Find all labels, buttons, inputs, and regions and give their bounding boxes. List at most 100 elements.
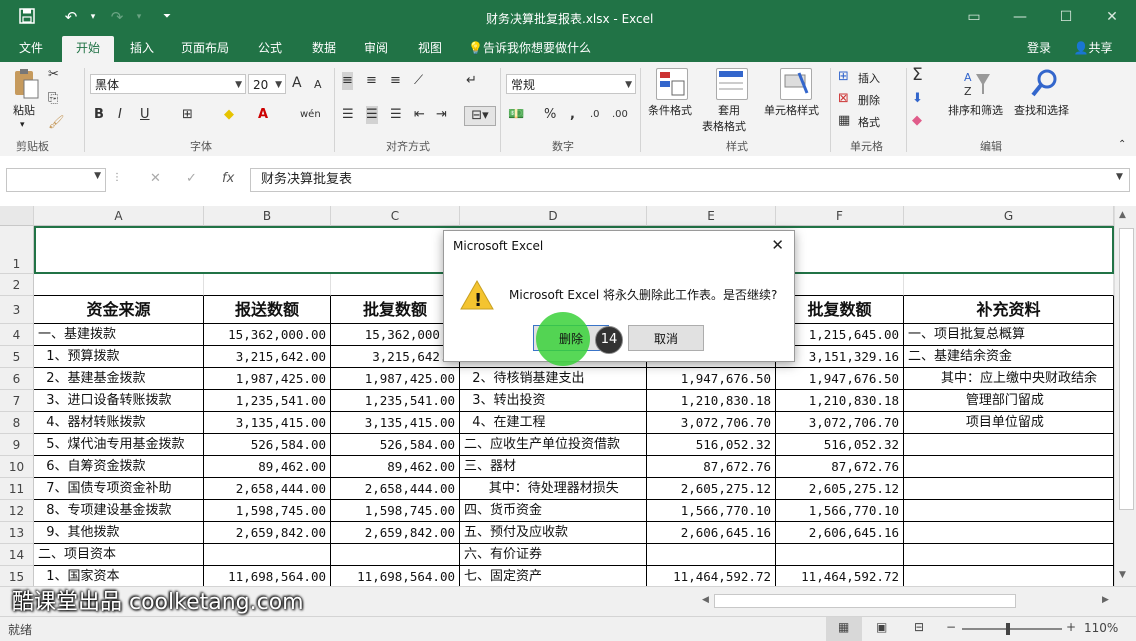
table-cell[interactable] <box>904 274 1114 296</box>
table-cell[interactable] <box>331 274 460 296</box>
table-cell[interactable]: 89,462.00 <box>331 456 460 478</box>
italic-button[interactable]: I <box>118 106 122 124</box>
format-cells-label[interactable]: 格式 <box>858 114 880 130</box>
format-as-table-icon[interactable] <box>716 68 748 100</box>
table-cell[interactable]: 2,605,275.12 <box>776 478 904 500</box>
save-icon[interactable] <box>18 8 36 26</box>
bold-button[interactable]: B <box>94 106 104 124</box>
underline-button[interactable]: U <box>140 106 150 124</box>
shrink-font-icon[interactable]: A <box>314 76 322 94</box>
row-header[interactable]: 10 <box>0 456 34 478</box>
table-cell[interactable]: 526,584.00 <box>204 434 331 456</box>
table-cell[interactable]: 三、器材 <box>460 456 647 478</box>
increase-decimal-icon[interactable]: .0 <box>590 106 600 124</box>
table-cell[interactable]: 2,606,645.16 <box>647 522 776 544</box>
table-cell[interactable]: 3、进口设备转账拨款 <box>34 390 204 412</box>
table-cell[interactable]: 批复数额 <box>331 296 460 324</box>
table-cell[interactable] <box>776 274 904 296</box>
table-cell[interactable] <box>776 544 904 566</box>
drag-handle-icon[interactable]: ⋮ <box>112 172 122 183</box>
wrap-text-icon[interactable]: ↵ <box>466 72 477 90</box>
table-cell[interactable]: 二、应收生产单位投资借款 <box>460 434 647 456</box>
table-cell[interactable]: 3,135,415.00 <box>204 412 331 434</box>
table-cell[interactable]: 4、器材转账拨款 <box>34 412 204 434</box>
table-cell[interactable]: 1,215,645.00 <box>776 324 904 346</box>
row-header[interactable]: 6 <box>0 368 34 390</box>
table-cell[interactable]: 15,362,000.0 <box>331 324 460 346</box>
table-cell[interactable]: 五、预付及应收款 <box>460 522 647 544</box>
sort-filter-icon[interactable]: AZ <box>962 68 992 98</box>
font-size-select[interactable]: 20 ▼ <box>248 74 286 94</box>
enter-entry-icon[interactable]: ✓ <box>186 171 197 186</box>
table-cell[interactable]: 526,584.00 <box>331 434 460 456</box>
table-cell[interactable]: 5、煤代油专用基金拨款 <box>34 434 204 456</box>
formula-input[interactable]: 财务决算批复表 <box>250 168 1130 192</box>
insert-function-icon[interactable]: fx <box>222 171 234 186</box>
table-cell[interactable]: 其中：待处理器材损失 <box>460 478 647 500</box>
table-cell[interactable]: 516,052.32 <box>776 434 904 456</box>
table-cell[interactable]: 1、预算拨款 <box>34 346 204 368</box>
table-cell[interactable]: 87,672.76 <box>647 456 776 478</box>
table-cell[interactable]: 1,235,541.00 <box>204 390 331 412</box>
row-header[interactable]: 1 <box>0 226 34 274</box>
find-select-label[interactable]: 查找和选择 <box>1014 102 1069 118</box>
table-cell[interactable]: 其中：应上缴中央财政结余 <box>904 368 1114 390</box>
table-cell[interactable]: 1,210,830.18 <box>776 390 904 412</box>
tab-file[interactable]: 文件 <box>8 36 54 62</box>
zoom-slider[interactable] <box>962 628 1062 630</box>
align-right-icon[interactable]: ☰ <box>390 106 402 124</box>
table-cell[interactable]: 2,658,444.00 <box>331 478 460 500</box>
font-color-icon[interactable]: A <box>258 106 268 124</box>
zoom-level[interactable]: 110% <box>1084 621 1118 635</box>
table-cell[interactable]: 9、其他拨款 <box>34 522 204 544</box>
paste-label[interactable]: 粘贴 <box>13 102 35 118</box>
table-cell[interactable]: 补充资料 <box>904 296 1114 324</box>
delete-cells-icon[interactable]: ⊠ <box>838 90 849 108</box>
font-name-select[interactable]: 黑体 ▼ <box>90 74 246 94</box>
table-cell[interactable]: 89,462.00 <box>204 456 331 478</box>
table-cell[interactable]: 一、基建拨款 <box>34 324 204 346</box>
vertical-scroll-thumb[interactable] <box>1119 228 1134 510</box>
page-layout-view-icon[interactable]: ▣ <box>876 620 887 634</box>
table-cell[interactable]: 3,215,642.0 <box>331 346 460 368</box>
scroll-down-icon[interactable]: ▼ <box>1119 570 1126 580</box>
table-cell[interactable] <box>904 522 1114 544</box>
table-cell[interactable]: 15,362,000.00 <box>204 324 331 346</box>
table-cell[interactable] <box>904 478 1114 500</box>
table-cell[interactable]: 2、待核销基建支出 <box>460 368 647 390</box>
cell-styles-label[interactable]: 单元格样式 <box>764 102 819 118</box>
zoom-slider-thumb[interactable] <box>1006 623 1010 635</box>
zoom-out-icon[interactable]: − <box>946 620 956 634</box>
table-cell[interactable]: 六、有价证券 <box>460 544 647 566</box>
cell-styles-icon[interactable] <box>780 68 812 100</box>
table-cell[interactable] <box>331 544 460 566</box>
conditional-formatting-icon[interactable] <box>656 68 688 100</box>
column-header-c[interactable]: C <box>331 206 460 226</box>
table-cell[interactable]: 1,598,745.00 <box>204 500 331 522</box>
table-cell[interactable]: 516,052.32 <box>647 434 776 456</box>
table-cell[interactable]: 3、转出投资 <box>460 390 647 412</box>
table-cell[interactable]: 四、货币资金 <box>460 500 647 522</box>
table-cell[interactable]: 二、基建结余资金 <box>904 346 1114 368</box>
cancel-button[interactable]: 取消 <box>628 325 704 351</box>
scroll-right-icon[interactable]: ▶ <box>1102 595 1109 605</box>
table-cell[interactable]: 资金来源 <box>34 296 204 324</box>
format-as-table-label-2[interactable]: 表格格式 <box>702 118 746 134</box>
tab-data[interactable]: 数据 <box>302 36 346 62</box>
table-cell[interactable]: 报送数额 <box>204 296 331 324</box>
number-format-select[interactable]: 常规 ▼ <box>506 74 636 94</box>
expand-formula-bar-icon[interactable]: ▼ <box>1116 172 1123 182</box>
page-break-view-icon[interactable]: ⊟ <box>914 620 924 634</box>
table-cell[interactable]: 2,659,842.00 <box>204 522 331 544</box>
table-cell[interactable]: 1,210,830.18 <box>647 390 776 412</box>
table-cell[interactable]: 87,672.76 <box>776 456 904 478</box>
dialog-close-icon[interactable]: ✕ <box>771 236 784 254</box>
paste-icon[interactable] <box>12 68 40 100</box>
accounting-format-icon[interactable]: 💵 <box>508 106 524 124</box>
table-cell[interactable]: 4、在建工程 <box>460 412 647 434</box>
table-cell[interactable]: 7、国债专项资金补助 <box>34 478 204 500</box>
phonetic-icon[interactable]: wén <box>300 106 321 124</box>
decrease-decimal-icon[interactable]: .00 <box>612 106 628 124</box>
close-icon[interactable]: ✕ <box>1100 6 1124 28</box>
tab-view[interactable]: 视图 <box>408 36 452 62</box>
